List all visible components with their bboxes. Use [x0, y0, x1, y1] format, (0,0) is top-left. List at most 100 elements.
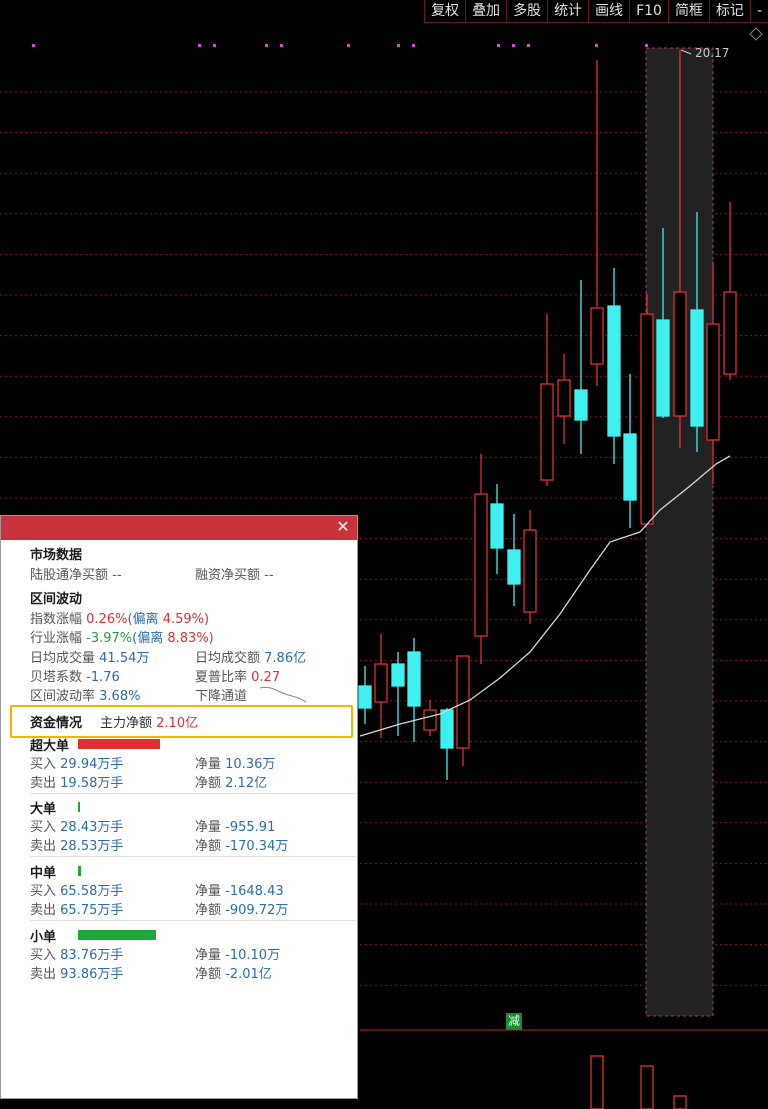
- order-net-volume-row: 净量 10.36万: [195, 753, 275, 772]
- margin-value: --: [264, 568, 274, 583]
- index-change-label: 指数涨幅: [30, 612, 83, 627]
- interval-volatility-title: 区间波动: [30, 592, 83, 607]
- order-group-title: 超大单: [30, 739, 70, 754]
- industry-change-label: 行业涨幅: [30, 631, 83, 646]
- net-amount-value: -2.01亿: [225, 967, 272, 982]
- avg-amount-label: 日均成交额: [195, 651, 261, 666]
- event-dot: [595, 44, 598, 47]
- candle-body: [557, 379, 571, 417]
- order-group-bar: [78, 866, 82, 876]
- event-dot: [497, 44, 500, 47]
- event-dot: [347, 44, 350, 47]
- volume-bar: [673, 1095, 687, 1109]
- order-divider: [30, 856, 356, 857]
- order-net-amount-row: 净额 2.12亿: [195, 772, 267, 791]
- event-dot: [280, 44, 283, 47]
- sell-value: 19.58万手: [60, 776, 124, 791]
- order-net-amount-row: 净额 -909.72万: [195, 899, 288, 918]
- order-divider: [30, 920, 356, 921]
- candle-body: [523, 529, 537, 613]
- net-amount-value: 2.12亿: [225, 776, 268, 791]
- candle-body: [407, 651, 421, 707]
- volume-bar: [640, 1065, 654, 1109]
- index-deviation-label: (偏离: [127, 612, 159, 627]
- close-icon[interactable]: ✕: [333, 517, 353, 537]
- candle-body: [490, 503, 504, 549]
- sell-label: 卖出: [30, 967, 57, 982]
- industry-deviation-value: 8.83%): [167, 631, 214, 646]
- toolbar-overlay-button[interactable]: 叠加: [465, 0, 507, 23]
- order-sell-row: 卖出 65.75万手: [30, 899, 123, 918]
- capital-highlight-box: [10, 705, 353, 738]
- sell-value: 28.53万手: [60, 839, 124, 854]
- sell-label: 卖出: [30, 776, 57, 791]
- toolbar-draw-line-button[interactable]: 画线: [588, 0, 630, 23]
- net-amount-value: -909.72万: [225, 903, 289, 918]
- order-sell-row: 卖出 28.53万手: [30, 835, 123, 854]
- toolbar-multi-stock-button[interactable]: 多股: [506, 0, 548, 23]
- event-dot: [198, 44, 201, 47]
- sharpe-value: 0.27: [251, 670, 281, 685]
- sell-value: 93.86万手: [60, 967, 124, 982]
- index-change-row: 指数涨幅 0.26%(偏离 4.59%): [30, 608, 209, 627]
- net-volume-label: 净量: [195, 757, 222, 772]
- candle-body: [690, 309, 704, 427]
- buy-value: 29.94万手: [60, 757, 124, 772]
- toolbar-mark-button[interactable]: 标记: [708, 0, 750, 23]
- event-dot: [512, 44, 515, 47]
- candle-body: [706, 323, 720, 441]
- toolbar-restore-rights-button[interactable]: 复权: [424, 0, 466, 23]
- net-volume-label: 净量: [195, 948, 222, 963]
- sharpe-label: 夏普比率: [195, 670, 248, 685]
- toolbar-simple-frame-button[interactable]: 简框: [667, 0, 709, 23]
- event-dot: [527, 44, 530, 47]
- order-sell-row: 卖出 93.86万手: [30, 963, 123, 982]
- candle-body: [540, 383, 554, 481]
- toolbar-f10-button[interactable]: F10: [629, 0, 668, 23]
- event-dot: [32, 44, 35, 47]
- candle-body: [673, 291, 687, 417]
- sharpe-row: 夏普比率 0.27: [195, 666, 280, 685]
- order-net-volume-row: 净量 -955.91: [195, 816, 275, 835]
- order-net-amount-row: 净额 -2.01亿: [195, 963, 272, 982]
- reset-diamond-icon[interactable]: [749, 27, 763, 41]
- avg-amount-value: 7.86亿: [264, 651, 307, 666]
- candle-body: [640, 313, 654, 525]
- avg-volume-label: 日均成交量: [30, 651, 96, 666]
- toolbar-statistics-button[interactable]: 统计: [547, 0, 589, 23]
- candle-body: [607, 305, 621, 437]
- index-change-value: 0.26%: [86, 612, 128, 627]
- order-group-title: 中单: [30, 866, 57, 881]
- candle-body: [590, 307, 604, 365]
- event-dot: [645, 44, 648, 47]
- high-price-label: 20.17: [695, 46, 730, 60]
- toolbar-more-button[interactable]: -: [749, 0, 768, 23]
- sell-label: 卖出: [30, 903, 57, 918]
- candle-body: [623, 433, 637, 501]
- order-divider: [30, 793, 356, 794]
- buy-label: 买入: [30, 948, 57, 963]
- avg-amount-row: 日均成交额 7.86亿: [195, 647, 306, 666]
- margin-net-buy: 融资净买额 --: [195, 564, 274, 583]
- beta-row: 贝塔系数 -1.76: [30, 666, 120, 685]
- net-amount-label: 净额: [195, 839, 222, 854]
- order-group-title: 大单: [30, 802, 57, 817]
- candle-body: [440, 709, 454, 749]
- buy-label: 买入: [30, 884, 57, 899]
- candle-body: [374, 663, 388, 703]
- index-deviation-value: 4.59%): [162, 612, 210, 627]
- net-volume-value: -955.91: [225, 820, 276, 835]
- industry-deviation-label: (偏离: [132, 631, 164, 646]
- volume-bar: [590, 1055, 604, 1109]
- order-group-bar: [78, 802, 80, 812]
- buy-label: 买入: [30, 820, 57, 835]
- net-volume-value: -1648.43: [225, 884, 284, 899]
- net-amount-label: 净额: [195, 776, 222, 791]
- net-amount-label: 净额: [195, 903, 222, 918]
- net-volume-value: -10.10万: [225, 948, 281, 963]
- net-amount-value: -170.34万: [225, 839, 289, 854]
- trend-squiggle-icon: [259, 686, 307, 703]
- order-sell-row: 卖出 19.58万手: [30, 772, 123, 791]
- buy-value: 28.43万手: [60, 820, 124, 835]
- candle-body: [391, 663, 405, 687]
